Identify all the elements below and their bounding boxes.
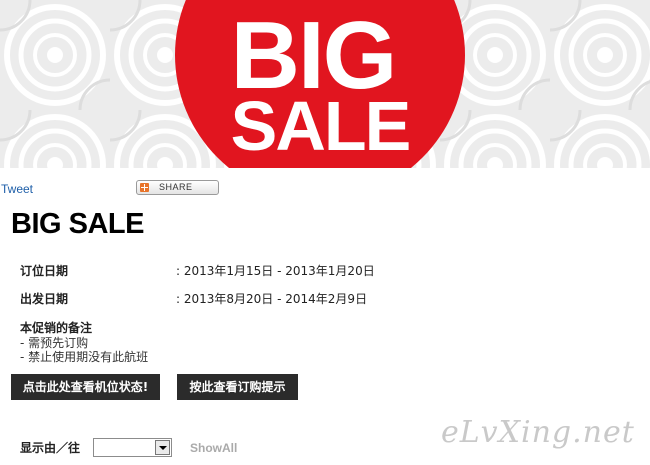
- banner-artwork: BIG SALE: [0, 0, 650, 168]
- check-seat-status-button[interactable]: 点击此处查看机位状态!: [11, 374, 160, 400]
- travel-date-value: : 2013年8月20日 - 2014年2月9日: [176, 292, 368, 306]
- share-toolbar: Tweet SHARE: [0, 180, 650, 198]
- booking-date-value: : 2013年1月15日 - 2013年1月20日: [176, 264, 375, 278]
- tweet-link[interactable]: Tweet: [1, 182, 33, 196]
- sale-banner: BIG SALE: [0, 0, 650, 168]
- banner-sale-text: SALE: [231, 87, 410, 165]
- plus-icon: [140, 183, 149, 192]
- show-all-link[interactable]: ShowAll: [190, 441, 237, 455]
- site-watermark: eLvXing.net: [441, 415, 635, 450]
- chevron-down-icon[interactable]: [155, 440, 170, 455]
- share-button-label: SHARE: [159, 182, 193, 192]
- booking-tips-button[interactable]: 按此查看订购提示: [177, 374, 298, 400]
- route-select[interactable]: [93, 438, 172, 457]
- page-title: BIG SALE: [11, 208, 144, 240]
- promo-note-item: - 禁止使用期没有此航班: [20, 350, 149, 364]
- travel-date-label: 出发日期: [20, 292, 69, 306]
- route-filter-label: 显示由／往: [20, 441, 81, 455]
- share-button[interactable]: SHARE: [136, 180, 219, 195]
- booking-date-label: 订位日期: [20, 264, 69, 278]
